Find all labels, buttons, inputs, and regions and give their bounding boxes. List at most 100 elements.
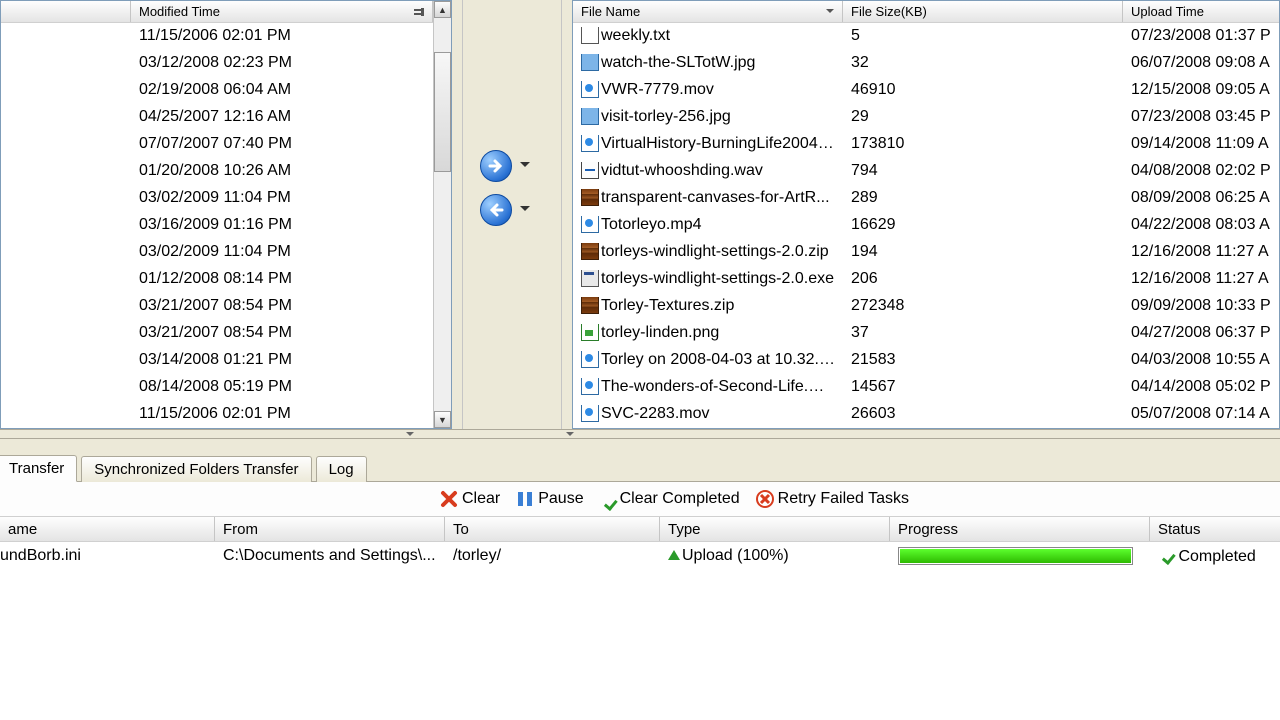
remote-row[interactable]: VirtualHistory-BurningLife2004T...173810… (573, 131, 1279, 158)
download-button[interactable] (480, 194, 514, 228)
xfer-col-status[interactable]: Status (1150, 517, 1280, 541)
transfer-row[interactable]: undBorb.ini C:\Documents and Settings\..… (0, 542, 1280, 569)
clear-button[interactable]: Clear (440, 490, 500, 508)
file-name: SVC-2283.mov (573, 405, 843, 423)
xfer-col-to[interactable]: To (445, 517, 660, 541)
local-row[interactable]: 11/15/2006 02:01 PM (1, 23, 433, 50)
check-green-icon (1158, 547, 1174, 563)
xfer-col-type[interactable]: Type (660, 517, 890, 541)
local-row[interactable]: 03/02/2009 11:04 PM (1, 239, 433, 266)
x-circle-red-icon (756, 490, 774, 508)
file-size: 46910 (843, 81, 1123, 99)
local-row[interactable]: 02/19/2008 06:04 AM (1, 77, 433, 104)
chevron-down-icon[interactable] (520, 162, 530, 167)
file-name: The-wonders-of-Second-Life.mp4 (573, 378, 843, 396)
local-row[interactable]: 03/16/2009 01:16 PM (1, 212, 433, 239)
xfer-to: /torley/ (445, 547, 660, 565)
upload-time: 07/23/2008 01:37 P (1123, 27, 1279, 45)
bottom-tab-strip: Transfer Synchronized Folders Transfer L… (0, 439, 1280, 482)
scroll-thumb[interactable] (434, 52, 451, 172)
remote-row[interactable]: visit-torley-256.jpg2907/23/2008 03:45 P (573, 104, 1279, 131)
retry-button[interactable]: Retry Failed Tasks (756, 490, 909, 508)
remote-row[interactable]: Totorleyo.mp41662904/22/2008 08:03 A (573, 212, 1279, 239)
local-col-blank[interactable] (1, 1, 131, 22)
arrow-right-icon (480, 150, 512, 182)
remote-row[interactable]: torleys-windlight-settings-2.0.exe20612/… (573, 266, 1279, 293)
tab-transfer[interactable]: Transfer (0, 455, 77, 482)
remote-col-size[interactable]: File Size(KB) (843, 1, 1123, 22)
file-exe-icon (581, 270, 599, 287)
scroll-track[interactable] (434, 18, 451, 411)
modified-time: 01/12/2008 08:14 PM (131, 270, 433, 288)
upload-button[interactable] (480, 150, 514, 184)
upload-time: 12/16/2008 11:27 A (1123, 270, 1279, 288)
local-row[interactable]: 03/12/2008 02:23 PM (1, 50, 433, 77)
file-name: VirtualHistory-BurningLife2004T... (573, 135, 843, 153)
local-row[interactable]: 03/02/2009 11:04 PM (1, 185, 433, 212)
remote-grid[interactable]: weekly.txt507/23/2008 01:37 Pwatch-the-S… (573, 23, 1279, 428)
local-row[interactable]: 04/25/2007 12:16 AM (1, 104, 433, 131)
local-scrollbar[interactable]: ▲ ▼ (433, 1, 451, 428)
remote-row[interactable]: vidtut-whooshding.wav79404/08/2008 02:02… (573, 158, 1279, 185)
remote-row[interactable]: SVC-2283.mov2660305/07/2008 07:14 A (573, 401, 1279, 428)
file-txt-icon (581, 27, 599, 44)
remote-row[interactable]: watch-the-SLTotW.jpg3206/07/2008 09:08 A (573, 50, 1279, 77)
column-picker-icon[interactable] (414, 6, 424, 16)
local-row[interactable]: 01/12/2008 08:14 PM (1, 266, 433, 293)
remote-pane: File Name File Size(KB) Upload Time week… (572, 0, 1280, 429)
transfer-panel: Transfer Synchronized Folders Transfer L… (0, 439, 1280, 720)
file-zip-icon (581, 189, 599, 206)
remote-col-name[interactable]: File Name (573, 1, 843, 22)
remote-row[interactable]: torleys-windlight-settings-2.0.zip19412/… (573, 239, 1279, 266)
xfer-col-from[interactable]: From (215, 517, 445, 541)
local-grid[interactable]: 11/15/2006 02:01 PM 03/12/2008 02:23 PM 02… (1, 23, 433, 428)
modified-time: 03/12/2008 02:23 PM (131, 54, 433, 72)
tab-log[interactable]: Log (316, 456, 367, 482)
local-row[interactable]: 03/21/2007 08:54 PM (1, 293, 433, 320)
modified-time: 07/07/2007 07:40 PM (131, 135, 433, 153)
file-name: torleys-windlight-settings-2.0.exe (573, 270, 843, 288)
file-size: 26603 (843, 405, 1123, 423)
file-size: 14567 (843, 378, 1123, 396)
file-zip-icon (581, 243, 599, 260)
progress-fill (900, 549, 1131, 563)
file-size: 794 (843, 162, 1123, 180)
file-mov-icon (581, 405, 599, 422)
remote-col-upload[interactable]: Upload Time (1123, 1, 1279, 22)
remote-row[interactable]: weekly.txt507/23/2008 01:37 P (573, 23, 1279, 50)
local-row[interactable]: 07/07/2007 07:40 PM (1, 131, 433, 158)
local-row[interactable]: 03/14/2008 01:21 PM (1, 347, 433, 374)
modified-time: 02/19/2008 06:04 AM (131, 81, 433, 99)
remote-row[interactable]: Torley on 2008-04-03 at 10.32. ...215830… (573, 347, 1279, 374)
local-row[interactable]: 08/14/2008 05:19 PM (1, 374, 433, 401)
upload-time: 06/07/2008 09:08 A (1123, 54, 1279, 72)
pause-icon (516, 490, 534, 508)
file-size: 272348 (843, 297, 1123, 315)
scroll-down-button[interactable]: ▼ (434, 411, 451, 428)
xfer-col-name[interactable]: ame (0, 517, 215, 541)
clear-completed-button[interactable]: Clear Completed (600, 490, 740, 508)
upload-time: 07/23/2008 03:45 P (1123, 108, 1279, 126)
xfer-col-progress[interactable]: Progress (890, 517, 1150, 541)
modified-time: 11/15/2006 02:01 PM (131, 405, 433, 423)
remote-row[interactable]: Torley-Textures.zip27234809/09/2008 10:3… (573, 293, 1279, 320)
local-col-modified[interactable]: Modified Time (131, 1, 433, 22)
xfer-name: undBorb.ini (0, 547, 215, 565)
horizontal-splitter[interactable] (0, 429, 1280, 439)
remote-row[interactable]: transparent-canvases-for-ArtR...28908/09… (573, 185, 1279, 212)
chevron-down-icon[interactable] (520, 206, 530, 211)
upload-time: 09/09/2008 10:33 P (1123, 297, 1279, 315)
remote-row[interactable]: VWR-7779.mov4691012/15/2008 09:05 A (573, 77, 1279, 104)
scroll-up-button[interactable]: ▲ (434, 1, 451, 18)
file-zip-icon (581, 297, 599, 314)
tab-sync[interactable]: Synchronized Folders Transfer (81, 456, 311, 482)
remote-row[interactable]: The-wonders-of-Second-Life.mp41456704/14… (573, 374, 1279, 401)
local-row[interactable]: 11/15/2006 02:01 PM (1, 401, 433, 428)
local-row[interactable]: 03/21/2007 08:54 PM (1, 320, 433, 347)
file-mov-icon (581, 378, 599, 395)
local-row[interactable]: 01/20/2008 10:26 AM (1, 158, 433, 185)
dual-pane-area: Modified Time 11/15/2006 02:01 PM 03/12/2… (0, 0, 1280, 429)
upload-time: 08/09/2008 06:25 A (1123, 189, 1279, 207)
remote-row[interactable]: torley-linden.png3704/27/2008 06:37 P (573, 320, 1279, 347)
pause-button[interactable]: Pause (516, 490, 583, 508)
